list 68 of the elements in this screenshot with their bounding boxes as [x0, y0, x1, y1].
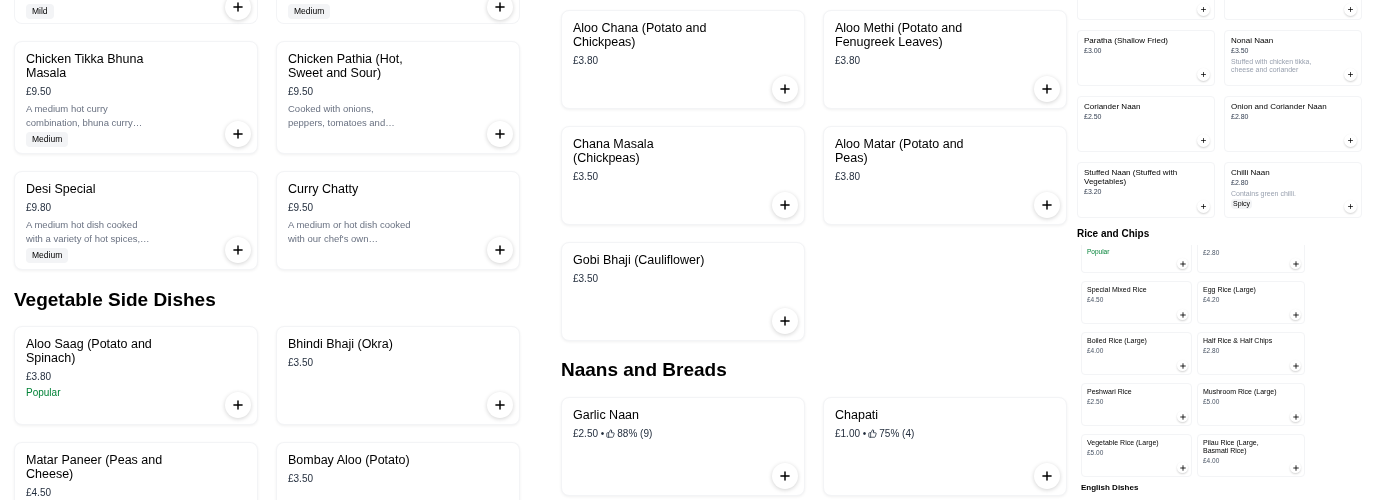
item-price: £3.50: [573, 170, 599, 184]
item-name: Paratha (Shallow Fried): [1084, 36, 1170, 45]
item-name: Aloo Methi (Potato and Fenugreek Leaves): [835, 21, 964, 49]
item-price: £3.50: [288, 356, 314, 371]
section-heading: Rice and Chips: [1077, 227, 1151, 241]
item-name: Coriander Naan: [1084, 102, 1142, 111]
menu-item-card[interactable]: Medium: [276, 0, 520, 24]
section-heading: Vegetable Side Dishes: [14, 287, 217, 312]
item-price: £9.50: [288, 200, 314, 215]
menu-item-card[interactable]: Bhindi Bhaji (Okra) £3.50: [276, 326, 520, 426]
item-name: Aloo Matar (Potato and Peas): [835, 137, 965, 165]
item-description: A medium or hot dish cooked with our chef's own…: [288, 217, 412, 246]
menu-item-card[interactable]: Chicken Tikka Bhuna Masala £9.50 A medium hot curry combination, bhuna curry… Medium: [14, 41, 258, 154]
menu-item-card[interactable]: Gobi Bhaji (Cauliflower) £3.50: [561, 242, 805, 341]
menu-item-card[interactable]: Desi Special £9.80 A medium hot dish cooked with a variety of hot spices,… Medium: [14, 170, 258, 270]
menu-item-card[interactable]: Aloo Methi (Potato and Fenugreek Leaves) £3.80: [823, 10, 1067, 109]
menu-item-card[interactable]: Chicken Pathia (Hot, Sweet and Sour) £9.50 Cooked with onions, peppers, tomatoes and…: [276, 41, 520, 154]
item-price: £3.80: [573, 54, 599, 68]
menu-item-card[interactable]: Aloo Saag (Potato and Spinach) £3.80 Popular: [14, 326, 258, 426]
item-name: Curry Chatty: [288, 181, 360, 196]
item-name: Desi Special: [26, 181, 97, 196]
section-heading: English Dishes: [1080, 482, 1140, 494]
item-name: Aloo Saag (Potato and Spinach): [26, 337, 153, 366]
menu-item-card[interactable]: Mild: [14, 0, 258, 24]
menu-item-card[interactable]: Bombay Aloo (Potato) £3.50: [276, 442, 520, 500]
item-name: Matar Paneer (Peas and Cheese): [26, 453, 164, 482]
item-name: Chicken Tikka Bhuna Masala: [26, 52, 145, 80]
item-description: A medium hot dish cooked with a variety of hot spices,…: [26, 217, 151, 246]
menu-item-card[interactable]: Chapati £1.00 • 75% (4): [823, 396, 1067, 496]
item-price: £4.50: [26, 486, 52, 500]
item-price: £9.50: [288, 85, 314, 99]
item-description: Cooked with onions, peppers, tomatoes and…: [288, 102, 396, 130]
item-name: Chicken Pathia (Hot, Sweet and Sour): [288, 52, 404, 80]
item-price: £3.80: [835, 54, 861, 68]
section-heading: Naans and Breads: [561, 358, 728, 382]
item-price: £2.50 •: [573, 426, 605, 441]
item-price: £3.50: [288, 472, 314, 487]
spice-tag: Mild: [26, 4, 54, 19]
menu-item-card[interactable]: Aloo Matar (Potato and Peas) £3.80: [823, 126, 1067, 225]
item-name: Aloo Chana (Potato and Chickpeas): [573, 21, 708, 49]
item-price: £3.80: [26, 370, 52, 385]
item-name: Nonai Naan: [1231, 36, 1275, 45]
item-price: £3.80: [835, 170, 861, 184]
item-price: £9.50: [26, 85, 52, 99]
item-name: Bhindi Bhaji (Okra): [288, 337, 394, 352]
spice-tag: Medium: [26, 247, 69, 263]
item-name: Chilli Naan: [1231, 168, 1271, 177]
menu-item-card[interactable]: Curry Chatty £9.50 A medium or hot dish cooked with our chef's own…: [276, 170, 520, 270]
menu-item-card[interactable]: Chana Masala (Chickpeas) £3.50: [561, 126, 805, 225]
item-name: Garlic Naan: [573, 407, 640, 422]
item-rating: 88% (9): [617, 426, 653, 441]
item-name: Bombay Aloo (Potato): [288, 453, 411, 468]
spice-tag: Medium: [288, 4, 331, 19]
item-name: Chapati: [835, 407, 880, 422]
menu-item-card[interactable]: Garlic Naan £2.50 • 88% (9): [561, 396, 805, 496]
item-name: Onion and Coriander Naan: [1231, 102, 1328, 111]
item-price: £9.80: [26, 200, 52, 215]
popular-label: Popular: [26, 386, 61, 401]
menu-item-card[interactable]: Matar Paneer (Peas and Cheese) £4.50: [14, 442, 258, 500]
item-description: A medium hot curry combination, bhuna curry…: [26, 102, 144, 130]
item-name: Chana Masala (Chickpeas): [573, 137, 655, 165]
item-price: £1.00 •: [835, 426, 867, 441]
menu-item-card[interactable]: Aloo Chana (Potato and Chickpeas) £3.80: [561, 10, 805, 109]
item-rating: 75% (4): [879, 426, 915, 441]
item-name: Gobi Bhaji (Cauliflower): [573, 253, 706, 267]
spice-tag: Medium: [26, 132, 69, 147]
item-price: £3.50: [573, 272, 599, 286]
item-name: Stuffed Naan (Stuffed with Vegetables): [1084, 168, 1179, 186]
